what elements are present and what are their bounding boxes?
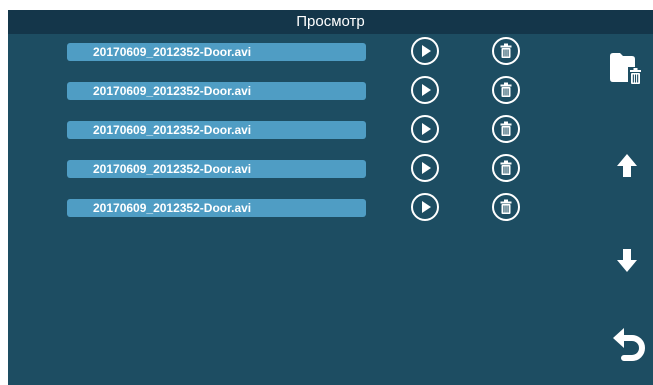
play-button[interactable] (411, 193, 439, 221)
trash-icon (500, 160, 512, 175)
play-button[interactable] (411, 154, 439, 182)
play-icon (422, 162, 431, 174)
file-name-button[interactable]: 20170609_2012352-Door.avi (67, 43, 366, 61)
file-name-button[interactable]: 20170609_2012352-Door.avi (67, 199, 366, 217)
delete-button[interactable] (492, 193, 520, 221)
file-name-button[interactable]: 20170609_2012352-Door.avi (67, 121, 366, 139)
play-button[interactable] (411, 115, 439, 143)
folder-trash-icon (610, 53, 643, 85)
file-name-button[interactable]: 20170609_2012352-Door.avi (67, 160, 366, 178)
page-title: Просмотр (8, 10, 653, 34)
scroll-up-button[interactable] (616, 153, 638, 184)
list-item: 20170609_2012352-Door.avi (8, 151, 568, 185)
arrow-up-icon (617, 154, 637, 177)
file-name-button[interactable]: 20170609_2012352-Door.avi (67, 82, 366, 100)
play-icon (422, 84, 431, 96)
back-arrow-icon (613, 328, 645, 361)
list-item: 20170609_2012352-Door.avi (8, 34, 568, 68)
trash-icon (500, 121, 512, 136)
delete-button[interactable] (492, 76, 520, 104)
delete-button[interactable] (492, 115, 520, 143)
playback-screen: Просмотр 20170609_2012352-Door.avi 20170… (8, 10, 653, 385)
trash-icon (500, 199, 512, 214)
play-icon (422, 45, 431, 57)
delete-button[interactable] (492, 154, 520, 182)
scroll-down-button[interactable] (616, 247, 638, 278)
back-button[interactable] (612, 326, 648, 371)
play-icon (422, 123, 431, 135)
list-item: 20170609_2012352-Door.avi (8, 112, 568, 146)
trash-icon (500, 82, 512, 97)
delete-all-button[interactable] (608, 51, 646, 92)
arrow-down-icon (617, 249, 637, 272)
play-button[interactable] (411, 37, 439, 65)
delete-button[interactable] (492, 37, 520, 65)
trash-icon (500, 43, 512, 58)
list-item: 20170609_2012352-Door.avi (8, 190, 568, 224)
play-button[interactable] (411, 76, 439, 104)
list-item: 20170609_2012352-Door.avi (8, 73, 568, 107)
play-icon (422, 201, 431, 213)
